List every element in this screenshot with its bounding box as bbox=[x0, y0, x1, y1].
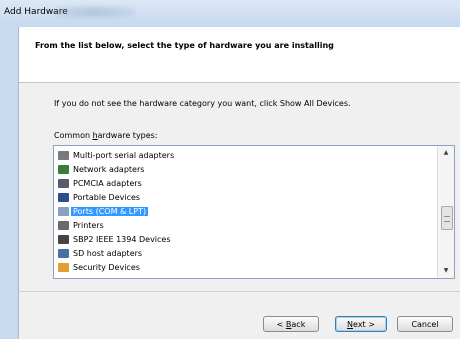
list-item[interactable]: PCMCIA adapters bbox=[54, 178, 144, 189]
window-frame bbox=[0, 27, 18, 339]
label-prefix: Common bbox=[54, 131, 93, 140]
cancel-button[interactable]: Cancel bbox=[397, 316, 453, 332]
hardware-types-label: Common hardware types: bbox=[54, 131, 158, 140]
list-item[interactable]: Ports (COM & LPT) bbox=[54, 206, 149, 217]
list-item-label: SBP2 IEEE 1394 Devices bbox=[73, 235, 171, 244]
list-item-label: PCMCIA adapters bbox=[73, 179, 142, 188]
scroll-up-arrow-icon[interactable]: ▲ bbox=[438, 146, 454, 160]
pcmcia-icon bbox=[58, 179, 69, 188]
security-device-icon bbox=[58, 263, 69, 272]
portable-device-icon bbox=[58, 193, 69, 202]
header-text: From the list below, select the type of … bbox=[35, 41, 334, 50]
vertical-scrollbar[interactable]: ▲ ▼ bbox=[437, 146, 454, 278]
ieee1394-icon bbox=[58, 235, 69, 244]
serial-adapter-icon bbox=[58, 151, 69, 160]
back-button[interactable]: < Back bbox=[263, 316, 319, 332]
list-item-label: Multi-port serial adapters bbox=[73, 151, 175, 160]
title-bar[interactable]: Add Hardware bbox=[0, 0, 460, 28]
list-item-label: Security Devices bbox=[73, 263, 140, 272]
next-button[interactable]: Next > bbox=[335, 316, 387, 332]
list-item-label: Ports (COM & LPT) bbox=[71, 207, 149, 216]
grip-icon bbox=[444, 216, 450, 222]
sd-adapter-icon bbox=[58, 249, 69, 258]
list-item[interactable]: Portable Devices bbox=[54, 192, 142, 203]
list-item[interactable]: SD host adapters bbox=[54, 248, 144, 259]
printer-icon bbox=[58, 221, 69, 230]
list-item[interactable]: Security Devices bbox=[54, 262, 142, 273]
button-separator bbox=[19, 291, 460, 292]
next-suffix: ext > bbox=[353, 320, 375, 329]
list-item[interactable]: Printers bbox=[54, 220, 106, 231]
network-adapter-icon bbox=[58, 165, 69, 174]
list-item[interactable]: Network adapters bbox=[54, 164, 146, 175]
list-item[interactable]: Multi-port serial adapters bbox=[54, 150, 176, 161]
port-icon bbox=[58, 207, 69, 216]
list-item[interactable]: SBP2 IEEE 1394 Devices bbox=[54, 234, 173, 245]
wizard-header: From the list below, select the type of … bbox=[19, 27, 460, 83]
scroll-thumb[interactable] bbox=[441, 206, 453, 230]
list-item-label: Network adapters bbox=[73, 165, 145, 174]
list-item-label: SD host adapters bbox=[73, 249, 143, 258]
list-item-label: Portable Devices bbox=[73, 193, 141, 202]
list-item-label: Printers bbox=[73, 221, 104, 230]
label-suffix: ardware types: bbox=[97, 131, 158, 140]
blurred-title-area bbox=[55, 7, 135, 17]
back-prefix: < bbox=[276, 320, 286, 329]
scroll-down-arrow-icon[interactable]: ▼ bbox=[438, 264, 454, 278]
back-suffix: ack bbox=[291, 320, 306, 329]
dialog-content: From the list below, select the type of … bbox=[18, 27, 460, 339]
hardware-types-list[interactable]: Multi-port serial adapters Network adapte… bbox=[53, 145, 455, 279]
instruction-text: If you do not see the hardware category … bbox=[54, 99, 351, 108]
